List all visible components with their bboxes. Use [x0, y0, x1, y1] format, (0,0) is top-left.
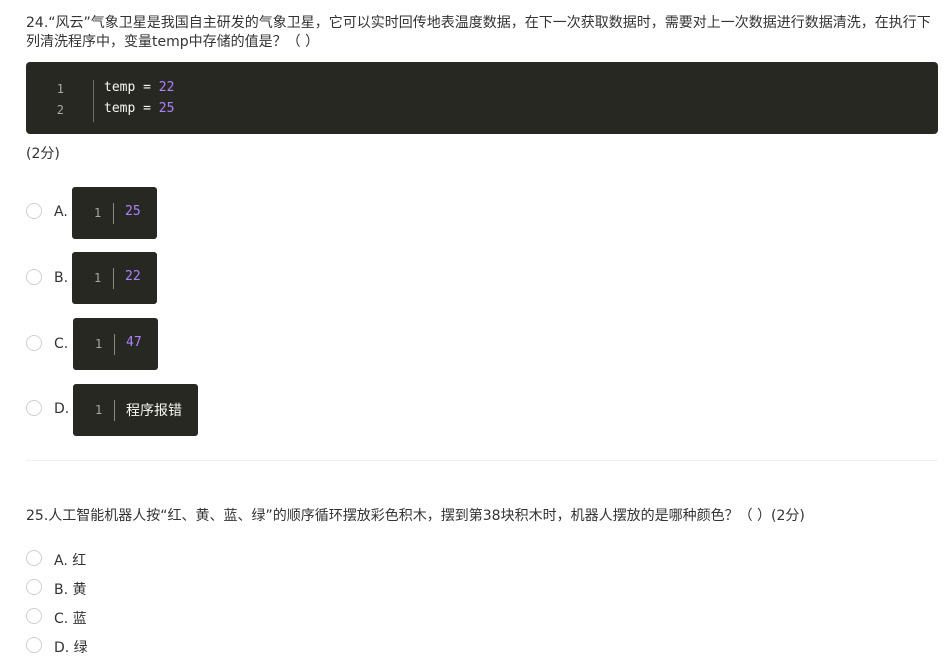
line-number: 1 — [95, 337, 103, 351]
line-number: 1 — [94, 271, 102, 285]
code-operator: = — [135, 80, 159, 95]
question-25-text: 25.人工智能机器人按“红、黄、蓝、绿”的顺序循环摆放彩色积木，摆到第38块积木… — [26, 508, 805, 524]
option-b-value: 22 — [125, 269, 141, 284]
radio-option-a[interactable] — [26, 203, 42, 219]
option-c-letter: C. — [54, 336, 69, 352]
code-number: 25 — [158, 101, 175, 116]
radio-option-c[interactable] — [26, 335, 42, 351]
option-a-label[interactable]: A. 红 — [54, 550, 86, 570]
option-c-code[interactable]: 1 47 — [73, 318, 158, 370]
option-a-value: 25 — [125, 204, 141, 219]
code-gutter-divider — [114, 400, 115, 421]
line-number: 1 — [56, 82, 64, 96]
radio-option-d[interactable] — [26, 400, 42, 416]
option-d-label[interactable]: D. 绿 — [54, 637, 88, 657]
code-gutter-divider — [113, 203, 114, 224]
code-gutter-divider — [114, 334, 115, 355]
code-line-2: temp = 25 — [104, 101, 174, 116]
option-b-letter: B. — [54, 270, 69, 286]
radio-option-b[interactable] — [26, 269, 42, 285]
question-divider — [26, 460, 938, 461]
code-gutter-divider — [93, 80, 94, 122]
option-a-code[interactable]: 1 25 — [72, 187, 157, 239]
code-number: 22 — [158, 80, 175, 95]
option-a-letter: A. — [54, 204, 68, 220]
code-gutter-divider — [113, 268, 114, 289]
option-b-label[interactable]: B. 黄 — [54, 579, 87, 599]
code-block: 1 temp = 22 2 temp = 25 — [26, 62, 938, 134]
line-number: 1 — [94, 206, 102, 220]
code-line-1: temp = 22 — [104, 80, 174, 95]
option-c-value: 47 — [126, 335, 142, 350]
question-24-text: 24.“风云”气象卫星是我国自主研发的气象卫星，它可以实时回传地表温度数据，在下… — [26, 15, 931, 50]
code-operator: = — [135, 101, 159, 116]
option-d-code[interactable]: 1 程序报错 — [73, 384, 198, 436]
option-d-letter: D. — [54, 401, 70, 417]
radio-option-b[interactable] — [26, 579, 42, 595]
option-c-label[interactable]: C. 蓝 — [54, 608, 87, 628]
option-d-value: 程序报错 — [126, 403, 182, 419]
option-b-code[interactable]: 1 22 — [72, 252, 157, 304]
code-variable: temp — [104, 80, 136, 95]
question-24-score: (2分) — [26, 146, 60, 162]
radio-option-d[interactable] — [26, 637, 42, 653]
radio-option-c[interactable] — [26, 608, 42, 624]
line-number: 2 — [56, 103, 64, 117]
line-number: 1 — [95, 403, 103, 417]
radio-option-a[interactable] — [26, 550, 42, 566]
code-variable: temp — [104, 101, 136, 116]
